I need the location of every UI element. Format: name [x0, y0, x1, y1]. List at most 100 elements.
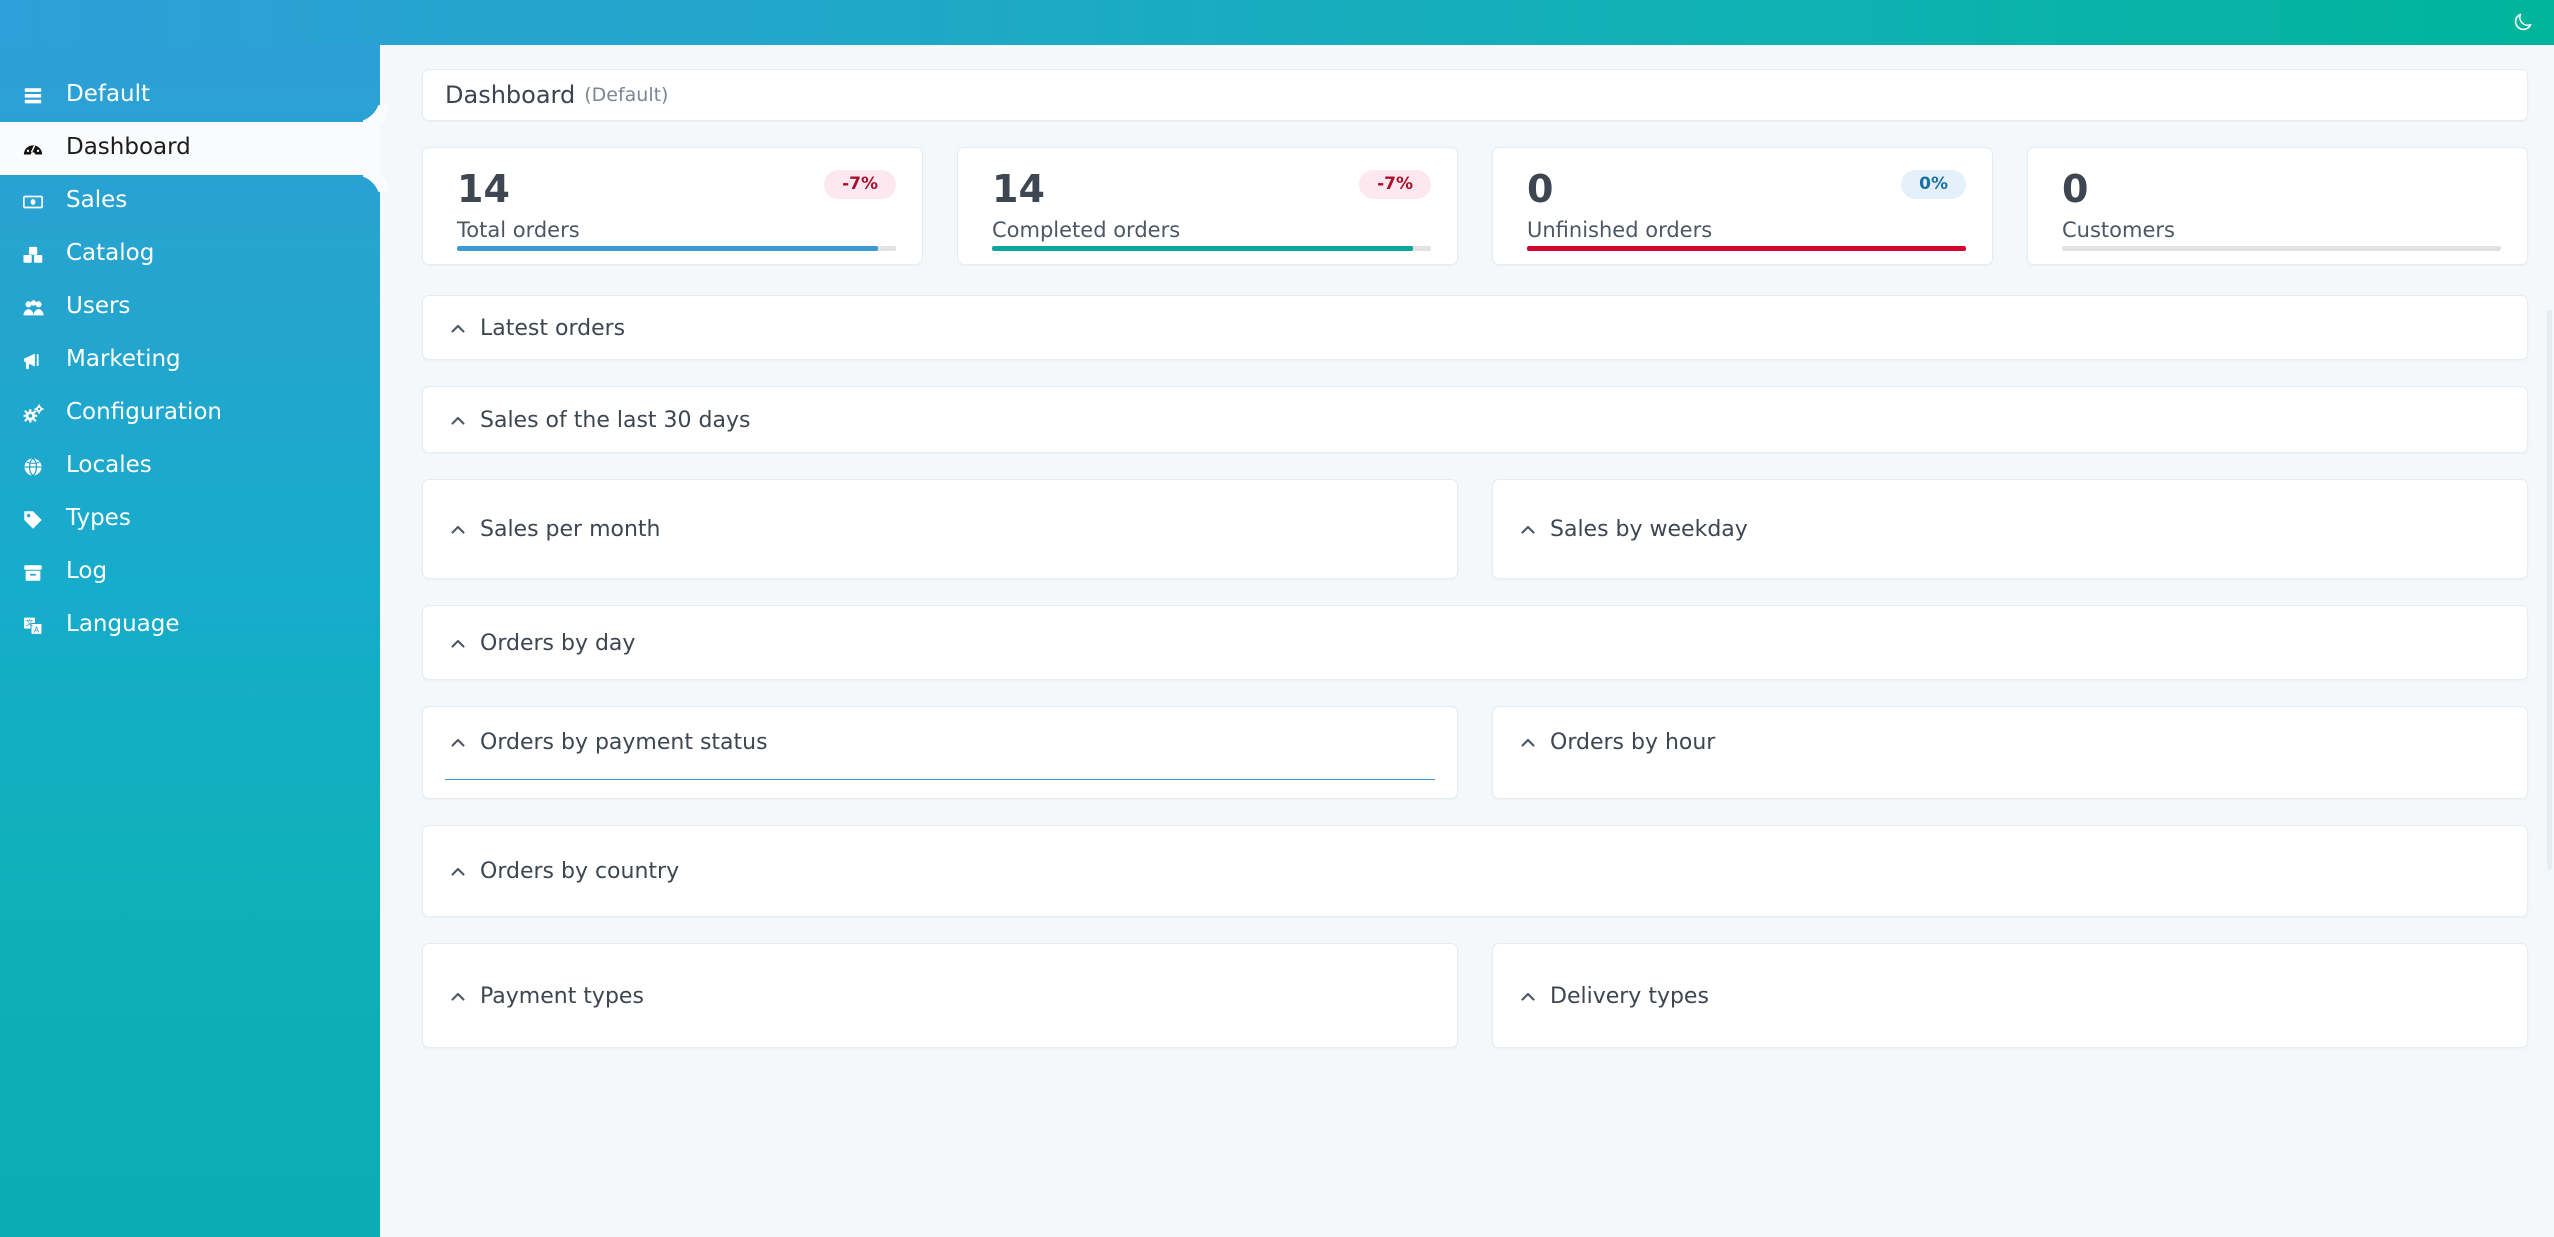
sidebar-item-configuration[interactable]: Configuration: [0, 387, 380, 440]
stat-card-unfinished-orders: 0 0% Unfinished orders: [1492, 147, 1993, 265]
boxes-icon: [22, 244, 56, 266]
stat-card-top: 0: [2062, 170, 2501, 208]
stat-value: 0: [2062, 167, 2089, 211]
stat-label: Completed orders: [992, 218, 1181, 242]
sidebar-item-types[interactable]: Types: [0, 493, 380, 546]
panel-header[interactable]: Latest orders: [423, 296, 2527, 361]
sidebar-item-label: Language: [66, 611, 180, 637]
stat-card-customers: 0 Customers: [2027, 147, 2528, 265]
archive-box-icon: [22, 562, 56, 584]
chevron-up-icon: [447, 633, 469, 655]
stat-card-completed-orders: 14 -7% Completed orders: [957, 147, 1458, 265]
panel-row-orders: Orders by payment status Orders by hour: [422, 706, 2528, 799]
chevron-up-icon: [447, 519, 469, 541]
panel-latest-orders[interactable]: Latest orders: [422, 295, 2528, 360]
panel-header[interactable]: Orders by hour: [1493, 707, 2527, 779]
progress-bar-fill: [1527, 246, 1966, 251]
sidebar-item-dashboard[interactable]: Dashboard: [0, 122, 380, 175]
vertical-scrollbar[interactable]: [2547, 310, 2552, 870]
sidebar-item-locales[interactable]: Locales: [0, 440, 380, 493]
progress-bar-fill: [992, 246, 1414, 251]
users-icon: [22, 297, 56, 319]
sidebar-item-catalog[interactable]: Catalog: [0, 228, 380, 281]
stat-label: Customers: [2062, 218, 2175, 242]
stat-label: Total orders: [457, 218, 580, 242]
status-badge: -7%: [824, 170, 896, 199]
page-title: Dashboard: [445, 81, 576, 109]
panel-title: Sales of the last 30 days: [480, 407, 751, 433]
panel-row-sales: Sales per month Sales by weekday: [422, 479, 2528, 579]
sidebar-item-users[interactable]: Users: [0, 281, 380, 334]
sidebar-item-default[interactable]: Default: [0, 69, 380, 122]
panel-accent-divider: [445, 779, 1435, 780]
panel-orders-by-hour[interactable]: Orders by hour: [1492, 706, 2528, 799]
panel-header[interactable]: Sales per month: [423, 480, 1457, 580]
panel-header[interactable]: Orders by day: [423, 606, 2527, 681]
megaphone-icon: [22, 350, 56, 372]
chevron-up-icon: [447, 986, 469, 1008]
panel-header[interactable]: Orders by payment status: [423, 707, 1457, 779]
panel-header[interactable]: Sales of the last 30 days: [423, 387, 2527, 454]
chevron-up-icon: [447, 861, 469, 883]
panel-title: Orders by country: [480, 859, 680, 884]
panel-delivery-types[interactable]: Delivery types: [1492, 943, 2528, 1048]
progress-bar-track: [992, 246, 1431, 251]
panel-sales-by-weekday[interactable]: Sales by weekday: [1492, 479, 2528, 579]
panel-title: Sales by weekday: [1550, 517, 1748, 542]
sidebar: aimeos Default: [0, 0, 380, 1237]
stat-card-top: 14 -7%: [457, 170, 896, 208]
panel-orders-by-day[interactable]: Orders by day: [422, 605, 2528, 680]
panel-row-types: Payment types Delivery types: [422, 943, 2528, 1048]
panel-header[interactable]: Orders by country: [423, 826, 2527, 918]
chevron-up-icon: [447, 318, 469, 340]
sidebar-item-label: Dashboard: [66, 134, 191, 160]
gears-icon: [22, 403, 56, 425]
sidebar-item-label: Users: [66, 293, 131, 319]
progress-bar-track: [457, 246, 896, 251]
sidebar-item-label: Locales: [66, 452, 152, 478]
chevron-up-icon: [447, 732, 469, 754]
status-badge: 0%: [1901, 170, 1966, 199]
panel-title: Orders by day: [480, 630, 636, 656]
status-badge: -7%: [1359, 170, 1431, 199]
progress-bar-fill: [457, 246, 879, 251]
sidebar-item-log[interactable]: Log: [0, 546, 380, 599]
top-header-bar: [0, 0, 2554, 45]
panel-header[interactable]: Sales by weekday: [1493, 480, 2527, 580]
sidebar-item-label: Types: [66, 505, 131, 531]
server-stack-icon: [22, 85, 56, 107]
svg-text:A: A: [34, 625, 40, 634]
panel-title: Orders by payment status: [480, 730, 768, 755]
sidebar-item-language[interactable]: 文 A Language: [0, 599, 380, 652]
chevron-up-icon: [1517, 519, 1539, 541]
sidebar-item-label: Configuration: [66, 399, 222, 425]
progress-bar-track: [2062, 246, 2501, 251]
stat-card-top: 0 0%: [1527, 170, 1966, 208]
sidebar-item-sales[interactable]: Sales: [0, 175, 380, 228]
panel-orders-by-country[interactable]: Orders by country: [422, 825, 2528, 917]
sidebar-item-label: Log: [66, 558, 108, 584]
sidebar-item-marketing[interactable]: Marketing: [0, 334, 380, 387]
main-content: Dashboard (Default) 14 -7% Total orders …: [380, 45, 2554, 1237]
sidebar-item-label: Catalog: [66, 240, 155, 266]
stat-value: 14: [457, 167, 510, 211]
panel-sales-per-month[interactable]: Sales per month: [422, 479, 1458, 579]
chevron-up-icon: [1517, 986, 1539, 1008]
tag-icon: [22, 509, 56, 531]
svg-text:文: 文: [26, 617, 34, 627]
moon-icon[interactable]: [2506, 5, 2540, 39]
dashboard-icon: [22, 138, 56, 160]
panel-header[interactable]: Delivery types: [1493, 944, 2527, 1049]
stat-card-top: 14 -7%: [992, 170, 1431, 208]
panel-header[interactable]: Payment types: [423, 944, 1457, 1049]
panel-title: Sales per month: [480, 517, 661, 542]
panel-sales-last-30-days[interactable]: Sales of the last 30 days: [422, 386, 2528, 453]
stat-value: 14: [992, 167, 1045, 211]
panel-title: Delivery types: [1550, 983, 1709, 1009]
panel-payment-types[interactable]: Payment types: [422, 943, 1458, 1048]
panel-title: Payment types: [480, 983, 644, 1009]
panel-orders-by-payment-status[interactable]: Orders by payment status: [422, 706, 1458, 799]
page-title-context: (Default): [584, 84, 669, 106]
globe-icon: [22, 456, 56, 478]
panel-title: Latest orders: [480, 315, 626, 341]
